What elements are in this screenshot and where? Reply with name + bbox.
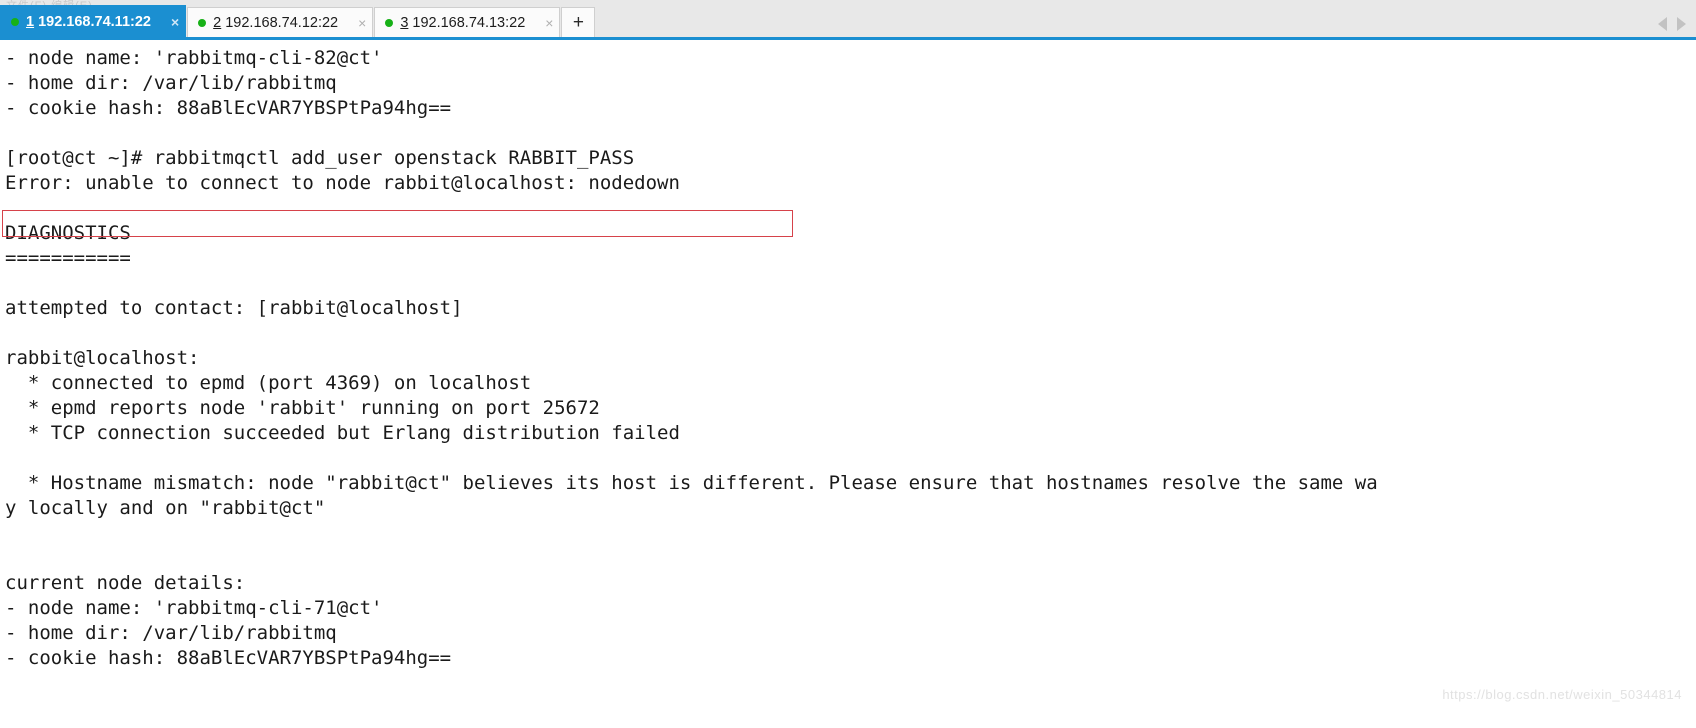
terminal-line: * connected to epmd (port 4369) on local… (5, 372, 532, 394)
terminal-line: rabbit@localhost: (5, 347, 200, 369)
terminal-line: - node name: 'rabbitmq-cli-71@ct' (5, 597, 383, 619)
terminal-line: current node details: (5, 572, 246, 594)
terminal-line: * TCP connection succeeded but Erlang di… (5, 422, 680, 444)
terminal-line: =========== (5, 247, 131, 269)
terminal-line: - home dir: /var/lib/rabbitmq (5, 622, 337, 644)
close-icon[interactable]: × (354, 16, 366, 30)
tab-2[interactable]: 2 192.168.74.12:22 × (187, 7, 374, 37)
tab-label: 192.168.74.13:22 (412, 14, 526, 31)
close-icon[interactable]: × (167, 15, 179, 29)
terminal-line: attempted to contact: [rabbit@localhost] (5, 297, 463, 319)
terminal-line: * Hostname mismatch: node "rabbit@ct" be… (5, 472, 1378, 494)
tab-label: 192.168.74.12:22 (225, 14, 339, 31)
tab-index-label: 3 (400, 14, 409, 31)
tab-bar: 文件(F) 编辑(E) 1192.168.74.11:22×2192.168.7… (0, 0, 1696, 40)
close-icon[interactable]: × (541, 16, 553, 30)
tab-index-label: 1 (26, 13, 35, 30)
status-dot-icon (198, 18, 207, 27)
terminal-pane[interactable]: - node name: 'rabbitmq-cli-82@ct' - home … (0, 40, 1696, 728)
watermark: https://blog.csdn.net/weixin_50344814 (1442, 687, 1682, 702)
terminal-line: - home dir: /var/lib/rabbitmq (5, 72, 337, 94)
tab-index-label: 2 (213, 14, 222, 31)
chevron-right-icon[interactable] (1677, 17, 1686, 31)
tab-1[interactable]: 1 192.168.74.11:22 × (0, 5, 187, 37)
tab-list: 1 192.168.74.11:22 × 2 192.168.74.12:22 × 3 192… (0, 5, 561, 37)
terminal-line: [root@ct ~]# rabbitmqctl add_user openst… (5, 147, 635, 169)
terminal-line: y locally and on "rabbit@ct" (5, 497, 326, 519)
terminal-line: * epmd reports node 'rabbit' running on … (5, 397, 600, 419)
status-dot-icon (385, 18, 394, 27)
ssh-client-window: 文件(F) 编辑(E) 1192.168.74.11:22×2192.168.7… (0, 0, 1696, 728)
new-tab-button[interactable]: + (561, 7, 596, 37)
terminal-line: Error: unable to connect to node rabbit@… (5, 172, 680, 194)
terminal-output: - node name: 'rabbitmq-cli-82@ct' - home … (5, 46, 1696, 671)
terminal-line: - node name: 'rabbitmq-cli-82@ct' (5, 47, 383, 69)
terminal-line: - cookie hash: 88aBlEcVAR7YBSPtPa94hg== (5, 97, 452, 119)
tab-3[interactable]: 3 192.168.74.13:22 × (374, 7, 561, 37)
tab-label: 192.168.74.11:22 (38, 13, 151, 30)
terminal-line: - cookie hash: 88aBlEcVAR7YBSPtPa94hg== (5, 647, 452, 669)
terminal-line: DIAGNOSTICS (5, 222, 131, 244)
chevron-left-icon[interactable] (1658, 17, 1667, 31)
tab-scroll-controls (1658, 17, 1686, 31)
status-dot-icon (11, 17, 19, 26)
